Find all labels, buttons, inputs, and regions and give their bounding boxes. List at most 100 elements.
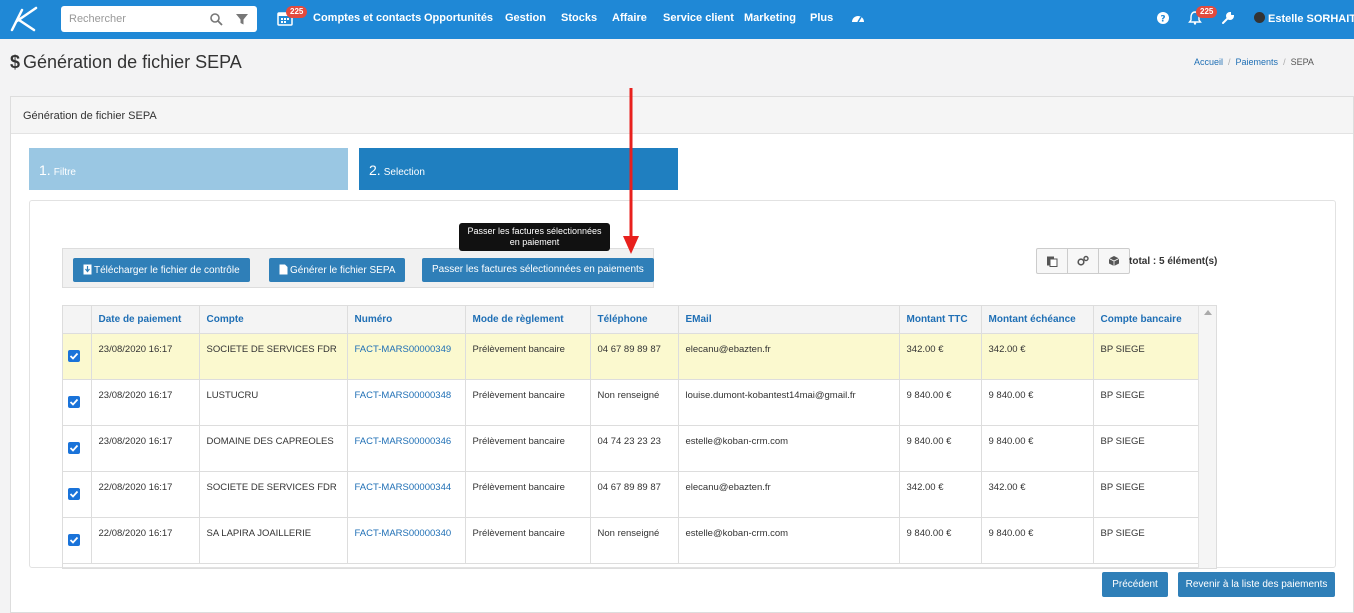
nav-service-client[interactable]: Service client [663,12,734,24]
svg-text:?: ? [1160,15,1165,25]
nav-comptes-contacts[interactable]: Comptes et contacts [313,12,421,24]
row-checkbox[interactable] [68,349,80,362]
invoice-link[interactable]: FACT-MARS00000344 [355,482,452,493]
wrench-icon[interactable] [1221,11,1235,25]
cell-compte-bancaire: BP SIEGE [1093,517,1199,564]
export-tool[interactable] [1099,249,1130,273]
dashboard-icon[interactable] [851,12,865,26]
col-header[interactable]: Mode de règlement [465,306,591,334]
check-icon [69,352,79,360]
nav-stocks[interactable]: Stocks [561,12,597,24]
step-number: 2. [369,162,381,178]
nav-opportunites[interactable]: Opportunités [424,12,493,24]
avatar [1254,12,1265,23]
col-header[interactable]: Montant TTC [899,306,982,334]
scroll-up-icon[interactable] [1204,310,1212,315]
cell-mode: Prélèvement bancaire [465,333,591,380]
cell-compte: SOCIETE DE SERVICES FDR [199,333,348,380]
col-header[interactable]: Montant échéance [981,306,1094,334]
help-icon[interactable]: ? [1156,11,1170,25]
col-header[interactable]: Compte [199,306,348,334]
cell-compte: SOCIETE DE SERVICES FDR [199,471,348,518]
filter-icon[interactable] [235,12,249,26]
search-box [61,6,257,32]
cell-telephone: 04 67 89 89 87 [590,471,679,518]
col-header[interactable]: Compte bancaire [1093,306,1199,334]
cell-date: 23/08/2020 16:17 [91,379,200,426]
calendar-badge: 225 [286,6,308,18]
grid-tools [1036,248,1130,274]
download-label: Télécharger le fichier de contrôle [94,265,240,276]
row-checkbox[interactable] [68,441,80,454]
download-control-file-button[interactable]: Télécharger le fichier de contrôle [73,258,250,282]
invoice-link[interactable]: FACT-MARS00000340 [355,528,452,539]
breadcrumb: Accueil / Paiements / SEPA [1194,57,1354,67]
step-selection[interactable]: 2. Selection [359,148,678,190]
action-toolbar: Télécharger le fichier de contrôle Génér… [62,248,654,288]
cell-email: estelle@koban-crm.com [678,425,900,472]
tooltip-line: en paiement [509,237,560,247]
col-header[interactable]: Numéro [347,306,466,334]
cell-compte: LUSTUCRU [199,379,348,426]
row-checkbox-cell [63,425,92,472]
cell-numero: FACT-MARS00000348 [347,379,466,426]
nav-gestion[interactable]: Gestion [505,12,546,24]
table-row[interactable]: 23/08/2020 16:17 DOMAINE DES CAPREOLES F… [63,425,1199,472]
invoice-link[interactable]: FACT-MARS00000349 [355,344,452,355]
cell-date: 22/08/2020 16:17 [91,471,200,518]
cell-telephone: 04 74 23 23 23 [590,425,679,472]
page-title-text: Génération de fichier SEPA [23,52,242,72]
cell-numero: FACT-MARS00000346 [347,425,466,472]
cell-montant-echeance: 9 840.00 € [981,379,1094,426]
cell-montant-ttc: 9 840.00 € [899,517,982,564]
cell-montant-ttc: 9 840.00 € [899,379,982,426]
notification-badge: 225 [1196,6,1218,18]
cell-telephone: Non renseigné [590,379,679,426]
copy-tool[interactable] [1037,249,1068,273]
pass-invoices-to-payments-button[interactable]: Passer les factures sélectionnées en pai… [422,258,654,282]
nav-plus[interactable]: Plus [810,12,833,24]
invoice-link[interactable]: FACT-MARS00000346 [355,436,452,447]
row-checkbox-cell [63,471,92,518]
total-count: total : 5 élément(s) [1129,256,1218,267]
grid-scrollbar[interactable] [1198,306,1216,568]
breadcrumb-paiements[interactable]: Paiements [1236,57,1279,67]
invoice-link[interactable]: FACT-MARS00000348 [355,390,452,401]
search-input[interactable] [69,11,199,27]
file-download-icon [83,264,92,275]
koban-logo[interactable] [8,6,40,32]
table-row[interactable]: 22/08/2020 16:17 SOCIETE DE SERVICES FDR… [63,471,1199,518]
row-checkbox[interactable] [68,487,80,500]
breadcrumb-current: SEPA [1290,57,1314,67]
table-row[interactable]: 23/08/2020 16:17 SOCIETE DE SERVICES FDR… [63,333,1199,380]
table-row[interactable]: 22/08/2020 16:17 SA LAPIRA JOAILLERIE FA… [63,517,1199,564]
settings-tool[interactable] [1068,249,1099,273]
previous-button[interactable]: Précédent [1102,572,1168,597]
row-checkbox-cell [63,379,92,426]
cell-numero: FACT-MARS00000344 [347,471,466,518]
step-filtre[interactable]: 1. Filtre [29,148,348,190]
table-row[interactable]: 23/08/2020 16:17 LUSTUCRU FACT-MARS00000… [63,379,1199,426]
breadcrumb-separator: / [1228,57,1231,67]
row-checkbox[interactable] [68,395,80,408]
nav-marketing[interactable]: Marketing [744,12,796,24]
row-checkbox-cell [63,517,92,564]
back-to-payments-button[interactable]: Revenir à la liste des paiements [1178,572,1335,597]
nav-affaire[interactable]: Affaire [612,12,647,24]
cell-montant-ttc: 9 840.00 € [899,425,982,472]
col-header[interactable]: Date de paiement [91,306,200,334]
col-header[interactable]: EMail [678,306,900,334]
row-checkbox-cell [63,333,92,380]
cell-compte: SA LAPIRA JOAILLERIE [199,517,348,564]
sepa-panel: Génération de fichier SEPA 1. Filtre 2. … [10,96,1354,613]
cell-montant-ttc: 342.00 € [899,333,982,380]
generate-sepa-button[interactable]: Générer le fichier SEPA [269,258,406,282]
select-all-header[interactable] [63,306,92,334]
check-icon [69,536,79,544]
row-checkbox[interactable] [68,533,80,546]
search-icon[interactable] [209,12,223,26]
user-menu[interactable]: Estelle SORHAITZ▾ [1254,12,1354,25]
breadcrumb-accueil[interactable]: Accueil [1194,57,1223,67]
col-header[interactable]: Téléphone [590,306,679,334]
top-navbar: 225 Comptes et contacts Opportunités Ges… [0,0,1354,39]
